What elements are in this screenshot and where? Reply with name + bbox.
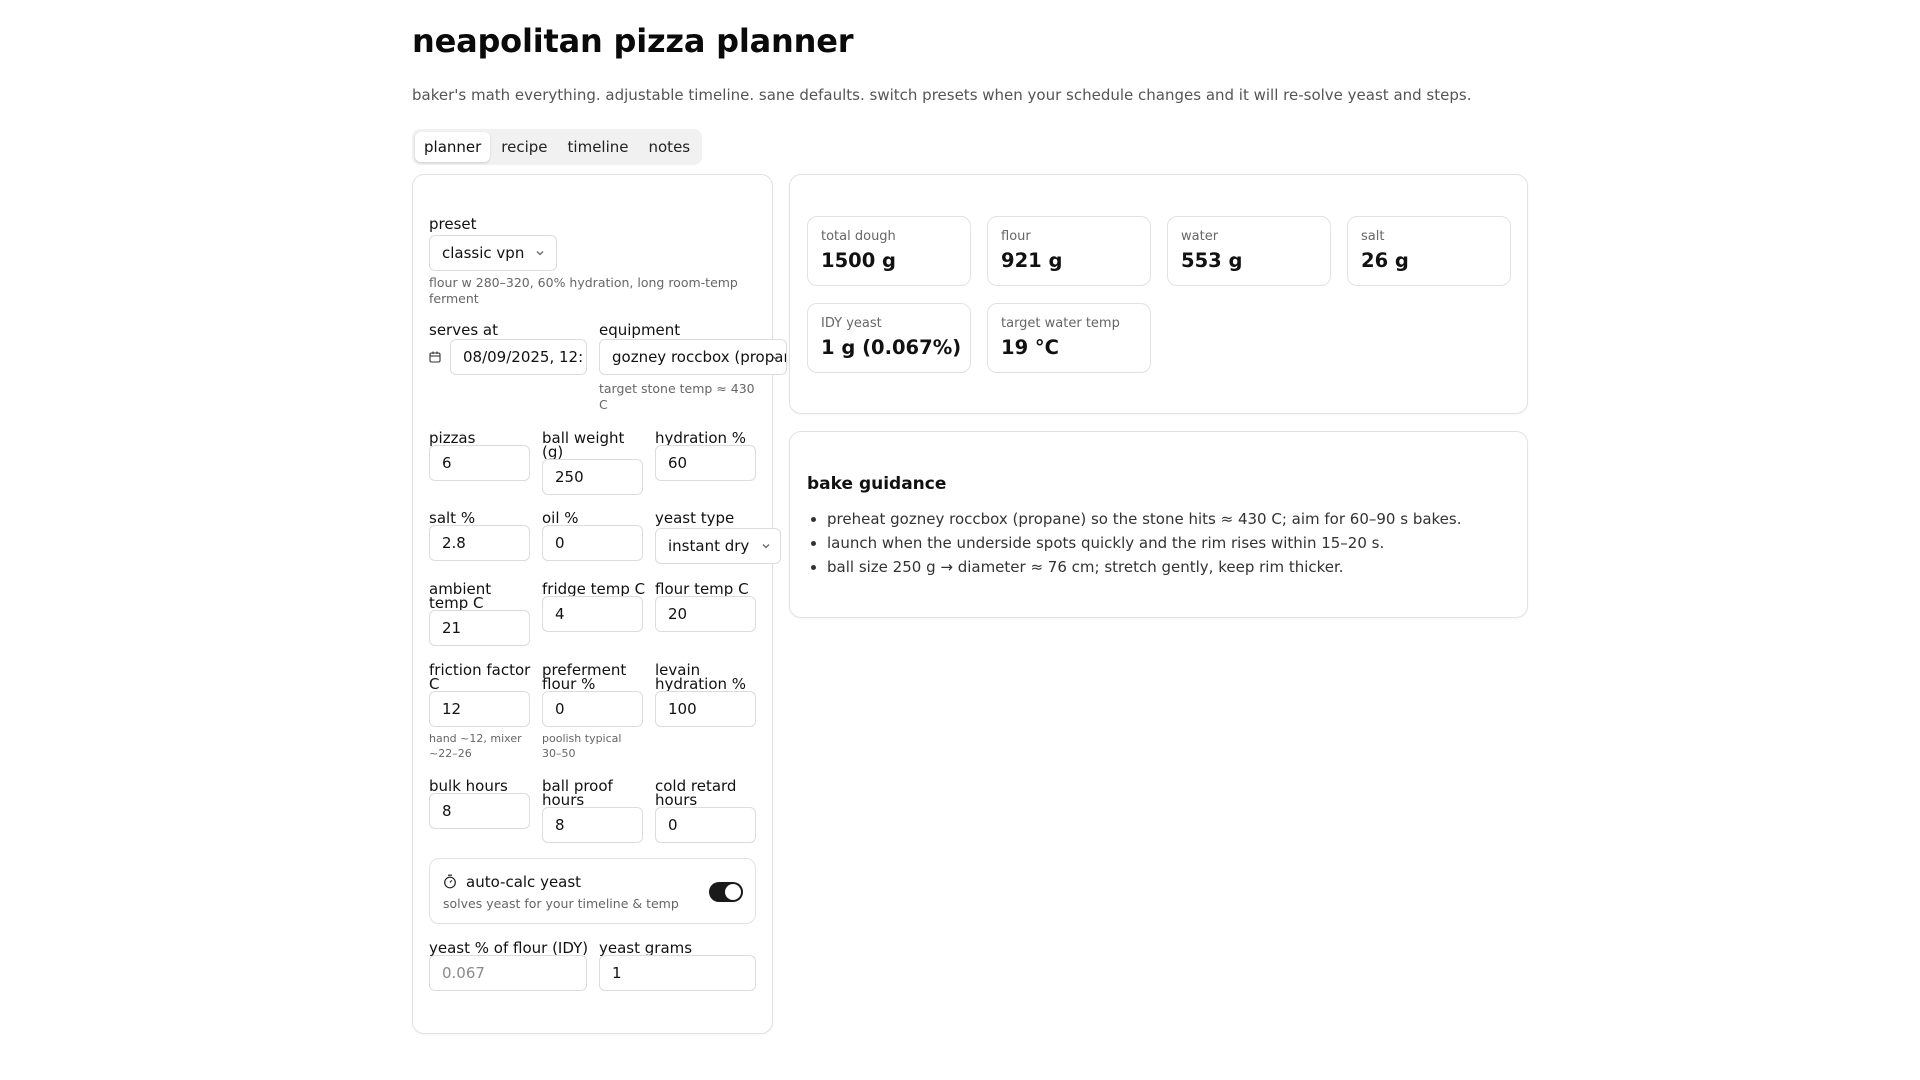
toggle-knob (725, 884, 741, 900)
bake-guidance-card: bake guidance preheat gozney roccbox (pr… (789, 431, 1528, 618)
bake-guidance-list: preheat gozney roccbox (propane) so the … (807, 507, 1462, 579)
list-item: preheat gozney roccbox (propane) so the … (807, 507, 1462, 531)
levain-hydration-input[interactable]: 100 (655, 691, 756, 727)
calendar-icon (429, 351, 441, 363)
auto-calc-yeast-box: auto-calc yeast solves yeast for your ti… (429, 858, 756, 924)
stat-label: water (1181, 229, 1219, 244)
equipment-select[interactable]: gozney roccbox (propane (599, 339, 787, 375)
stat-idy-yeast: IDY yeast 1 g (0.067%) (807, 303, 971, 373)
page-subtitle: baker's math everything. adjustable time… (412, 86, 1472, 104)
oil-input[interactable]: 0 (542, 525, 643, 561)
chevron-down-icon (762, 544, 770, 549)
pizzas-input[interactable]: 6 (429, 445, 530, 481)
stat-water: water 553 g (1167, 216, 1331, 286)
tab-bar: planner recipe timeline notes (412, 129, 703, 165)
bulk-hours-input[interactable]: 8 (429, 793, 530, 829)
ball-proof-hours-label: ball proof hours (542, 777, 613, 809)
stat-label: salt (1361, 229, 1385, 244)
yeast-type-label: yeast type (655, 509, 735, 527)
preferment-hint: poolish typical 30–50 (542, 732, 622, 760)
yeast-grams-input[interactable]: 1 (599, 955, 756, 991)
stat-label: target water temp (1001, 316, 1120, 331)
stat-value: 1 g (0.067%) (821, 336, 962, 359)
tab-notes[interactable]: notes (640, 132, 700, 162)
oil-label: oil % (542, 509, 579, 527)
auto-calc-title: auto-calc yeast (466, 873, 582, 891)
preset-value: classic vpn (442, 244, 525, 262)
hydration-label: hydration % (655, 429, 747, 447)
fridge-temp-label: fridge temp C (542, 580, 646, 598)
page-title: neapolitan pizza planner (412, 22, 854, 60)
equipment-label: equipment (599, 321, 681, 339)
salt-input[interactable]: 2.8 (429, 525, 530, 561)
yeast-grams-label: yeast grams (599, 939, 693, 957)
preset-select[interactable]: classic vpn (429, 235, 557, 271)
preferment-label: preferment flour % (542, 661, 627, 693)
ball-weight-label: ball weight (g) (542, 429, 625, 461)
stat-label: IDY yeast (821, 316, 882, 331)
stat-value: 26 g (1361, 249, 1409, 272)
stat-total-dough: total dough 1500 g (807, 216, 971, 286)
stat-salt: salt 26 g (1347, 216, 1511, 286)
preset-label: preset (429, 215, 477, 233)
bake-guidance-title: bake guidance (807, 474, 947, 494)
equipment-value: gozney roccbox (propane (612, 348, 787, 366)
flour-temp-input[interactable]: 20 (655, 596, 756, 632)
flour-temp-label: flour temp C (655, 580, 749, 598)
ambient-temp-label: ambient temp C (429, 580, 492, 612)
cold-retard-hours-label: cold retard hours (655, 777, 737, 809)
yeast-type-value: instant dry (668, 537, 750, 555)
stat-flour: flour 921 g (987, 216, 1151, 286)
serves-at-label: serves at (429, 321, 498, 339)
pizzas-label: pizzas (429, 429, 476, 447)
list-item: ball size 250 g → diameter ≈ 76 cm; stre… (807, 555, 1462, 579)
friction-label: friction factor C (429, 661, 531, 693)
friction-input[interactable]: 12 (429, 691, 530, 727)
yeast-pct-input[interactable]: 0.067 (429, 955, 587, 991)
equipment-hint: target stone temp ≈ 430 C (599, 381, 755, 412)
bulk-hours-label: bulk hours (429, 777, 508, 795)
tab-planner[interactable]: planner (415, 132, 491, 162)
tab-recipe[interactable]: recipe (492, 132, 556, 162)
serves-at-input[interactable]: 08/09/2025, 12: (450, 339, 587, 375)
cold-retard-hours-input[interactable]: 0 (655, 807, 756, 843)
preset-hint: flour w 280–320, 60% hydration, long roo… (429, 275, 738, 306)
list-item: launch when the underside spots quickly … (807, 531, 1462, 555)
auto-calc-toggle[interactable] (709, 882, 743, 902)
planner-form-card: preset classic vpn flour w 280–320, 60% … (412, 174, 787, 1034)
ball-proof-hours-input[interactable]: 8 (542, 807, 643, 843)
ball-weight-input[interactable]: 250 (542, 459, 643, 495)
yeast-pct-label: yeast % of flour (IDY) (429, 939, 589, 957)
dough-totals-card: total dough 1500 g flour 921 g water 553… (789, 174, 1528, 414)
stat-value: 1500 g (821, 249, 897, 272)
chevron-down-icon (772, 356, 780, 361)
chevron-down-icon (536, 251, 544, 256)
auto-calc-subtitle: solves yeast for your timeline & temp (443, 896, 679, 911)
preferment-input[interactable]: 0 (542, 691, 643, 727)
levain-hydration-label: levain hydration % (655, 661, 747, 693)
stat-target-water-temp: target water temp 19 °C (987, 303, 1151, 373)
yeast-type-select[interactable]: instant dry (655, 528, 781, 564)
fridge-temp-input[interactable]: 4 (542, 596, 643, 632)
hydration-input[interactable]: 60 (655, 445, 756, 481)
stat-value: 921 g (1001, 249, 1063, 272)
salt-label: salt % (429, 509, 476, 527)
timer-icon (444, 874, 456, 889)
stat-value: 19 °C (1001, 336, 1059, 359)
friction-hint: hand ~12, mixer ~22–26 (429, 732, 522, 760)
stat-value: 553 g (1181, 249, 1243, 272)
stat-label: flour (1001, 229, 1031, 244)
stat-label: total dough (821, 229, 896, 244)
tab-timeline[interactable]: timeline (559, 132, 638, 162)
ambient-temp-input[interactable]: 21 (429, 610, 530, 646)
